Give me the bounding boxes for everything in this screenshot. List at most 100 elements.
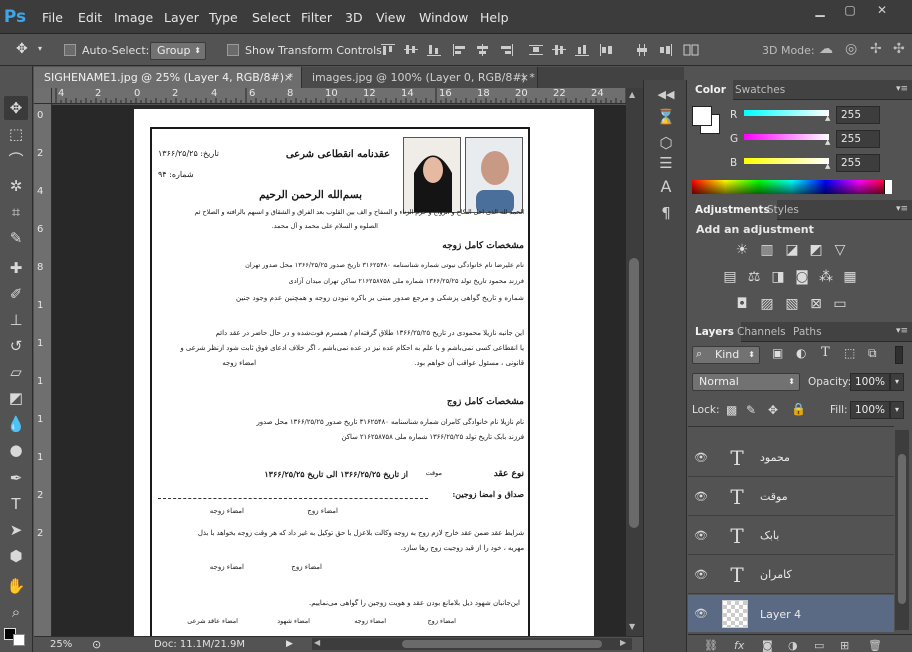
tab-images[interactable]: images.jpg @ 100% (Layer 0, RGB/8#) * ×: [302, 67, 538, 88]
blue-value-input[interactable]: 255: [836, 154, 880, 172]
green-track[interactable]: [744, 134, 829, 140]
paragraph-panel-icon[interactable]: ¶: [656, 204, 676, 222]
move-tool-icon[interactable]: ✥: [16, 41, 28, 57]
new-adjustment-layer-icon[interactable]: ◑: [788, 639, 798, 652]
zoom-tool-icon[interactable]: ⌕: [4, 600, 28, 624]
align-left-icon[interactable]: [452, 43, 468, 57]
channel-mixer-icon[interactable]: ⁂: [818, 269, 834, 285]
slider-handle-icon[interactable]: ▲: [825, 162, 830, 170]
ruler-origin[interactable]: [34, 88, 52, 104]
lock-position-icon[interactable]: ✥: [768, 403, 778, 417]
fill-input[interactable]: 100%: [850, 401, 890, 419]
collapse-panels-icon[interactable]: ◀◀: [656, 86, 676, 104]
background-color-swatch[interactable]: [13, 634, 25, 646]
invert-icon[interactable]: ◘: [734, 296, 750, 312]
dodge-tool-icon[interactable]: ●: [4, 438, 28, 462]
photo-filter-icon[interactable]: ◙: [794, 269, 810, 285]
tab-sighename1[interactable]: SIGHENAME1.jpg @ 25% (Layer 4, RGB/8#) *…: [34, 67, 302, 88]
close-tab-icon[interactable]: ×: [520, 67, 529, 88]
eye-visibility-icon[interactable]: 👁: [694, 568, 708, 582]
auto-select-target-select[interactable]: Group ⬍: [150, 42, 206, 60]
menu-type[interactable]: Type: [209, 10, 238, 25]
menu-help[interactable]: Help: [480, 10, 509, 25]
menu-filter[interactable]: Filter: [301, 10, 332, 25]
layer-row[interactable]: 👁 T موقت: [688, 478, 894, 516]
paint-bucket-tool-icon[interactable]: ◩: [4, 386, 28, 410]
distribute-top-icon[interactable]: [528, 43, 544, 57]
distribute-left-icon[interactable]: [598, 43, 614, 57]
menu-file[interactable]: File: [42, 10, 63, 25]
slider-handle-icon[interactable]: ▲: [825, 114, 830, 122]
vertical-ruler[interactable]: 0 2 4 6 8 1 1 1 1 1 2 2: [34, 104, 52, 636]
filter-pixel-icon[interactable]: ▣: [772, 346, 783, 360]
magic-wand-tool-icon[interactable]: ✲: [4, 174, 28, 198]
3d-panel-icon[interactable]: ⬡: [656, 134, 676, 152]
lock-all-icon[interactable]: 🔒: [791, 402, 806, 416]
tab-swatches[interactable]: Swatches: [728, 80, 792, 100]
properties-panel-icon[interactable]: ☰: [656, 154, 676, 172]
panel-menu-icon[interactable]: ▾≡: [896, 326, 908, 336]
selective-color-icon[interactable]: ⊠: [808, 296, 824, 312]
menu-select[interactable]: Select: [252, 10, 291, 25]
clone-stamp-tool-icon[interactable]: ⊥: [4, 308, 28, 332]
path-selection-tool-icon[interactable]: ➤: [4, 518, 28, 542]
layer-row[interactable]: 👁 T بابک: [688, 517, 894, 555]
red-slider[interactable]: R ▲ 255: [688, 106, 912, 128]
scroll-down-icon[interactable]: ▼: [629, 622, 635, 631]
new-layer-icon[interactable]: ⊞: [840, 639, 849, 652]
distribute-right-icon[interactable]: [658, 43, 674, 57]
panel-menu-icon[interactable]: ▾≡: [896, 204, 908, 214]
new-group-icon[interactable]: ▭: [814, 639, 824, 652]
color-lookup-icon[interactable]: ▦: [842, 269, 858, 285]
fill-dropdown-icon[interactable]: ▾: [890, 401, 904, 419]
canvas-area[interactable]: عقدنامه انقطاعی شرعی تاریخ: ۱۳۶۶/۲۵/۲۵ ش…: [52, 105, 626, 636]
character-panel-icon[interactable]: A: [656, 178, 676, 196]
lock-pixels-icon[interactable]: ✎: [746, 403, 756, 417]
brush-tool-icon[interactable]: ✐: [4, 282, 28, 306]
layer-name[interactable]: محمود: [760, 451, 790, 464]
status-menu-arrow-icon[interactable]: ▶: [286, 639, 293, 649]
healing-brush-tool-icon[interactable]: ✚: [4, 256, 28, 280]
green-slider[interactable]: G ▲ 255: [688, 130, 912, 152]
auto-align-icon[interactable]: [683, 43, 699, 57]
eye-visibility-icon[interactable]: 👁: [694, 607, 708, 621]
menu-window[interactable]: Window: [419, 10, 468, 25]
align-top-icon[interactable]: [380, 43, 396, 57]
history-brush-tool-icon[interactable]: ↺: [4, 334, 28, 358]
align-bottom-icon[interactable]: [426, 43, 442, 57]
vertical-scrollbar[interactable]: ▲ ▼: [626, 88, 643, 636]
tab-paths[interactable]: Paths: [786, 322, 829, 342]
eye-visibility-icon[interactable]: 👁: [694, 529, 708, 543]
add-layer-style-icon[interactable]: fx: [734, 639, 744, 652]
eyedropper-tool-icon[interactable]: ✎: [4, 226, 28, 250]
layer-row-selected[interactable]: 👁 Layer 4: [688, 595, 894, 632]
layer-name[interactable]: Layer 4: [760, 608, 801, 621]
exposure-icon[interactable]: ◩: [808, 242, 824, 258]
hue-saturation-icon[interactable]: ▤: [722, 269, 738, 285]
minimize-icon[interactable]: ▁: [808, 3, 832, 21]
tab-color[interactable]: Color: [688, 80, 733, 100]
distribute-vcenter-icon[interactable]: [551, 43, 567, 57]
maximize-icon[interactable]: ▢: [838, 3, 862, 21]
lock-transparency-icon[interactable]: ▩: [726, 403, 737, 417]
shape-tool-icon[interactable]: ⬢: [4, 544, 28, 568]
menu-image[interactable]: Image: [114, 10, 153, 25]
3d-slide-icon[interactable]: ✣: [893, 41, 905, 57]
menu-layer[interactable]: Layer: [164, 10, 199, 25]
filter-shape-icon[interactable]: ⬚: [844, 346, 855, 360]
scroll-up-icon[interactable]: ▲: [629, 90, 635, 99]
filter-toggle[interactable]: [895, 346, 903, 364]
posterize-icon[interactable]: ▨: [759, 296, 775, 312]
scroll-left-icon[interactable]: ◀: [314, 638, 320, 647]
type-tool-icon[interactable]: T: [4, 492, 28, 516]
align-vcenter-icon[interactable]: [403, 43, 419, 57]
layer-filter-select[interactable]: Kind ⬍: [692, 346, 760, 364]
auto-select-checkbox[interactable]: [64, 44, 76, 56]
layer-name[interactable]: بابک: [760, 529, 779, 542]
document-canvas[interactable]: عقدنامه انقطاعی شرعی تاریخ: ۱۳۶۶/۲۵/۲۵ ش…: [134, 109, 594, 636]
filter-smart-object-icon[interactable]: ⧉: [868, 346, 877, 361]
3d-pan-icon[interactable]: ✢: [870, 41, 882, 57]
horizontal-scrollbar[interactable]: ◀ ▶: [312, 638, 632, 650]
3d-orbit-icon[interactable]: ☁: [819, 41, 833, 57]
slider-handle-icon[interactable]: ▲: [825, 138, 830, 146]
